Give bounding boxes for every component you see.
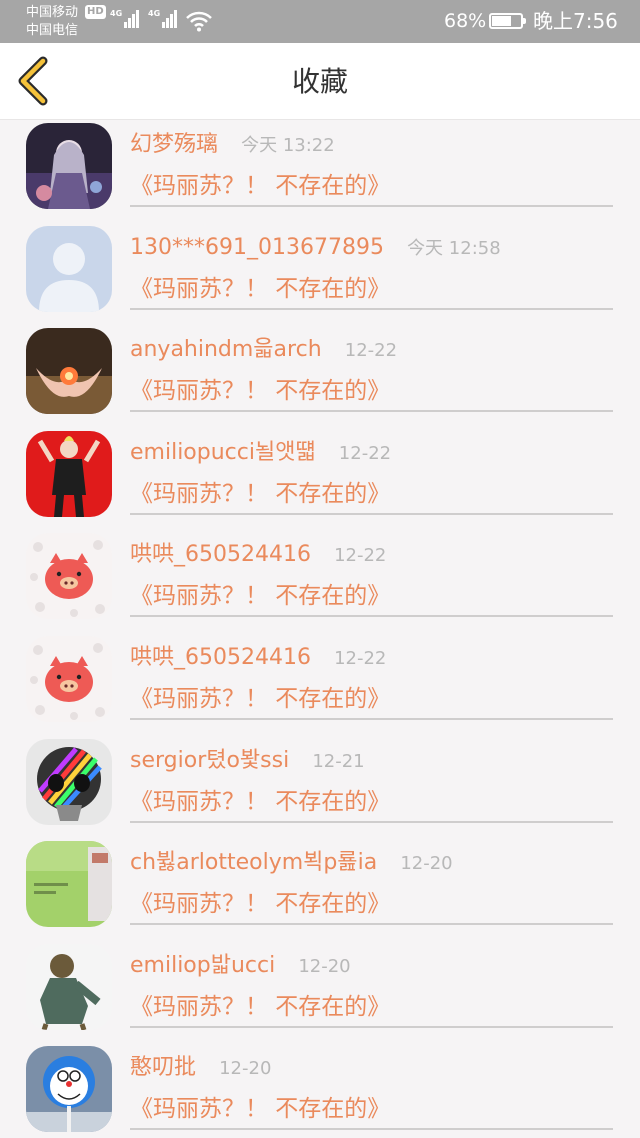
divider (130, 820, 613, 823)
avatar-rainbow-skull[interactable] (26, 738, 112, 825)
page-title: 收藏 (291, 65, 348, 98)
avatar-default-person[interactable] (26, 225, 112, 312)
avatar-doraemon-lollipop[interactable] (26, 1046, 112, 1133)
username[interactable]: emiliop밟ucci (130, 952, 275, 980)
avatar-image (26, 943, 112, 1030)
row-meta: ch뷣arlotteolym뵉p룚ia 12-20 (130, 849, 453, 878)
timestamp: 12-21 (312, 750, 365, 772)
favorite-row[interactable]: 憨叨批 12-20 《玛丽苏？！ 不存在的》 (0, 1044, 640, 1138)
username[interactable]: 憨叨批 (130, 1054, 196, 1082)
row-meta: anyahindm읇arch 12-22 (130, 336, 397, 365)
timestamp: 12-22 (344, 340, 398, 362)
network-type: 4G (110, 9, 123, 18)
row-meta: 哄哄_650524416 12-22 (130, 541, 386, 570)
avatar-image (26, 225, 112, 312)
book-title-link[interactable]: 《玛丽苏？！ 不存在的》 (130, 684, 390, 714)
status-bar: 中国移动 HD 中国电信 4G 4G 68% 晚上7:56 (0, 0, 640, 43)
avatar-green-screenshot[interactable] (26, 841, 112, 928)
book-title-link[interactable]: 《玛丽苏？！ 不存在的》 (130, 889, 390, 919)
divider (130, 307, 613, 310)
favorite-row[interactable]: 130***691_013677895 今天 12:58 《玛丽苏？！ 不存在的… (0, 224, 640, 327)
book-title-link[interactable]: 《玛丽苏？！ 不存在的》 (130, 787, 390, 817)
timestamp: 12-22 (334, 545, 387, 567)
avatar-image (26, 635, 112, 722)
carrier-label: 中国电信 (26, 23, 79, 38)
favorite-row[interactable]: sergior텼o봧ssi 12-21 《玛丽苏？！ 不存在的》 (0, 737, 640, 840)
favorite-row[interactable]: 哄哄_650524416 12-22 《玛丽苏？！ 不存在的》 (0, 531, 640, 634)
favorite-row[interactable]: 哄哄_650524416 12-22 《玛丽苏？！ 不存在的》 (0, 634, 640, 737)
username[interactable]: 哄哄_650524416 (130, 541, 311, 569)
row-meta: emiliop밟ucci 12-20 (130, 952, 351, 981)
username[interactable]: emiliopucci뇔앳떏 (130, 439, 316, 467)
avatar-image (26, 841, 112, 928)
divider (130, 717, 613, 720)
header-bar: 收藏 (0, 43, 640, 120)
timestamp: 12-20 (298, 955, 351, 977)
avatar-glowing-hands[interactable] (26, 328, 112, 415)
avatar-image (26, 328, 112, 415)
avatar-figure-red[interactable] (26, 430, 112, 517)
timestamp: 今天 12:58 (407, 237, 501, 259)
avatar-image (26, 430, 112, 517)
avatar-image (26, 123, 112, 209)
favorite-row[interactable]: 幻梦殇璃 今天 13:22 《玛丽苏？！ 不存在的》 (0, 121, 640, 224)
book-title-link[interactable]: 《玛丽苏？！ 不存在的》 (130, 274, 390, 304)
book-title-link[interactable]: 《玛丽苏？！ 不存在的》 (130, 581, 390, 611)
battery-icon (489, 13, 526, 29)
divider (130, 615, 613, 618)
avatar-pig-cartoon[interactable] (26, 533, 112, 620)
divider (130, 1025, 613, 1028)
timestamp: 12-22 (334, 647, 387, 669)
book-title-link[interactable]: 《玛丽苏？！ 不存在的》 (130, 171, 390, 201)
username[interactable]: ch뷣arlotteolym뵉p룚ia (130, 849, 377, 877)
carrier-label: 中国移动 (26, 5, 79, 20)
book-title-link[interactable]: 《玛丽苏？！ 不存在的》 (130, 376, 390, 406)
divider (130, 1128, 613, 1131)
divider (130, 205, 613, 207)
divider (130, 512, 613, 515)
row-meta: 哄哄_650524416 12-22 (130, 644, 386, 673)
row-meta: emiliopucci뇔앳떏 12-22 (130, 439, 391, 468)
timestamp: 今天 13:22 (241, 135, 335, 156)
username[interactable]: 幻梦殇璃 (130, 131, 218, 159)
row-meta: sergior텼o봧ssi 12-21 (130, 747, 365, 776)
favorite-row[interactable]: ch뷣arlotteolym뵉p룚ia 12-20 《玛丽苏？！ 不存在的》 (0, 839, 640, 942)
favorite-row[interactable]: anyahindm읇arch 12-22 《玛丽苏？！ 不存在的》 (0, 326, 640, 429)
avatar-anime-girl[interactable] (26, 123, 112, 209)
book-title-link[interactable]: 《玛丽苏？！ 不存在的》 (130, 479, 390, 509)
favorite-row[interactable]: emiliopucci뇔앳떏 12-22 《玛丽苏？！ 不存在的》 (0, 429, 640, 532)
row-meta: 憨叨批 12-20 (130, 1054, 271, 1083)
divider (130, 410, 613, 413)
battery-percent: 68% (444, 10, 487, 32)
row-meta: 130***691_013677895 今天 12:58 (130, 234, 501, 263)
favorite-row[interactable]: emiliop밟ucci 12-20 《玛丽苏？！ 不存在的》 (0, 942, 640, 1045)
avatar-image (26, 738, 112, 825)
favorites-list: 幻梦殇璃 今天 13:22 《玛丽苏？！ 不存在的》 130***691_013… (0, 121, 640, 1138)
signal-icon: 4G (110, 10, 140, 28)
timestamp: 12-22 (338, 442, 392, 464)
signal-icon: 4G (148, 10, 178, 28)
book-title-link[interactable]: 《玛丽苏？！ 不存在的》 (130, 1094, 390, 1124)
username[interactable]: 130***691_013677895 (130, 234, 384, 262)
avatar-image (26, 1046, 112, 1133)
clock: 晚上7:56 (533, 9, 618, 33)
network-type: 4G (148, 9, 161, 18)
timestamp: 12-20 (219, 1058, 272, 1080)
username[interactable]: anyahindm읇arch (130, 336, 322, 364)
avatar-image (26, 533, 112, 620)
username[interactable]: 哄哄_650524416 (130, 644, 311, 672)
book-title-link[interactable]: 《玛丽苏？！ 不存在的》 (130, 992, 390, 1022)
avatar-pig-cartoon[interactable] (26, 635, 112, 722)
hd-badge: HD (85, 5, 106, 19)
timestamp: 12-20 (400, 853, 453, 875)
username[interactable]: sergior텼o봧ssi (130, 747, 289, 775)
wifi-icon (186, 11, 212, 32)
row-meta: 幻梦殇璃 今天 13:22 (130, 131, 335, 160)
divider (130, 923, 613, 926)
avatar-bronze-statue[interactable] (26, 943, 112, 1030)
